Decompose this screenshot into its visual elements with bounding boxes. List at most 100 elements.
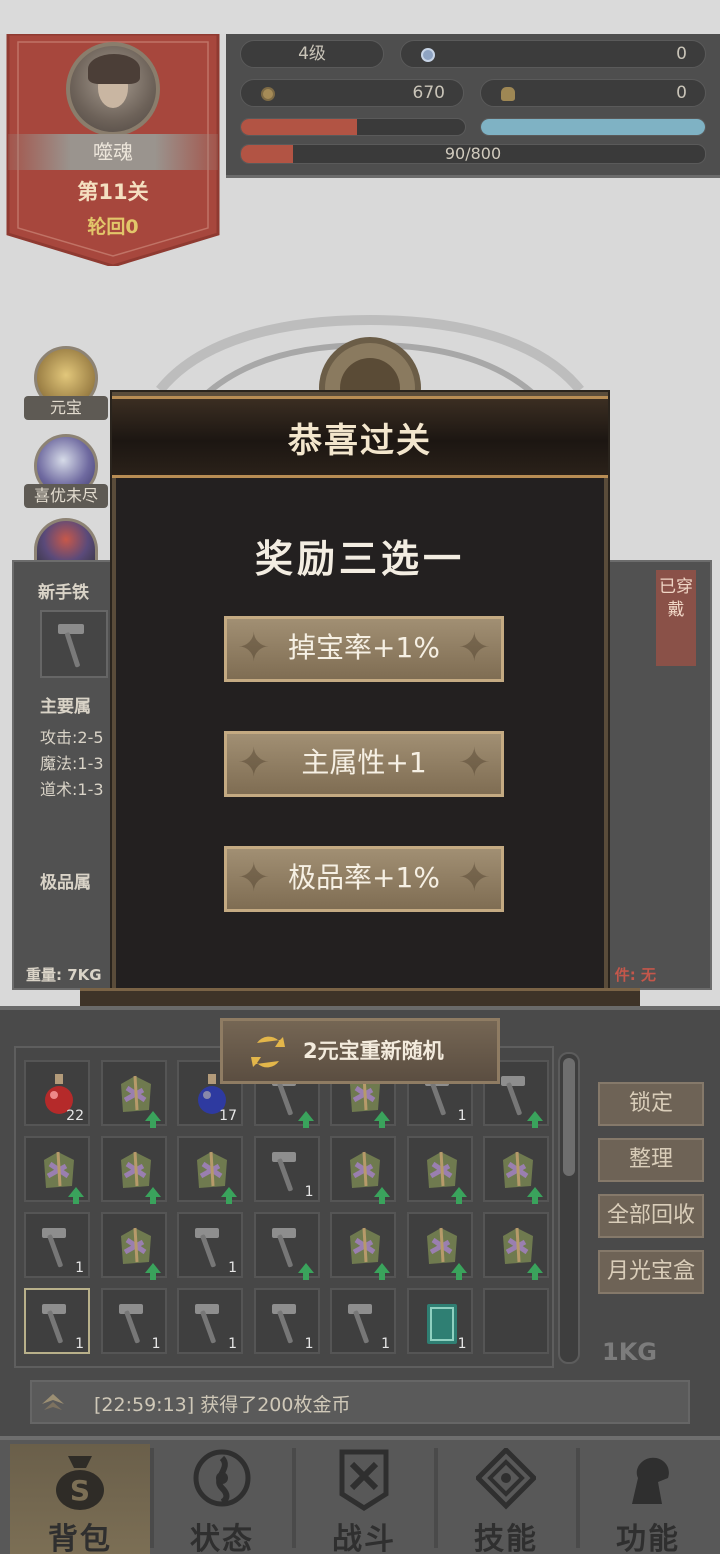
bag-slot[interactable] [406, 1212, 473, 1280]
log-text: [22:59:13] 获得了200枚金币 [94, 1394, 351, 1416]
side-ingot-label: 元宝 [24, 396, 108, 420]
upgrade-arrow-icon [144, 1263, 161, 1280]
reward-choice-rare-rate[interactable]: 极品率+1% [224, 846, 504, 912]
item-count: 1 [304, 1336, 314, 1352]
battle-icon [339, 1449, 389, 1511]
ingot-icon [501, 87, 515, 101]
hammer-icon [42, 1228, 66, 1268]
bag-slot[interactable] [483, 1212, 549, 1280]
reward-choice-main-attr[interactable]: 主属性+1 [224, 731, 504, 797]
bag-slot[interactable] [100, 1060, 167, 1128]
bag-slot[interactable] [330, 1136, 396, 1204]
nav-bag[interactable]: S 背包 [10, 1444, 150, 1554]
upgrade-arrow-icon [68, 1187, 84, 1204]
bag-grid: 22 17 1 1 1 1 1 1 1 1 1 1 [14, 1046, 554, 1368]
skill-icon [476, 1448, 536, 1510]
stats-panel: 4级 0 670 0 90/800 [226, 34, 720, 178]
modal-footer-trim [80, 988, 640, 1006]
bag-slot[interactable] [330, 1212, 396, 1280]
cycle-label: 轮回0 [87, 216, 139, 238]
upgrade-arrow-icon [527, 1187, 543, 1204]
magic-stat: 魔法:1-3 [40, 754, 104, 773]
item-count: 1 [381, 1336, 390, 1352]
bag-slot[interactable] [406, 1136, 473, 1204]
upgrade-arrow-icon [527, 1111, 543, 1128]
nav-divider [434, 1448, 438, 1548]
reward-choice-drop-rate[interactable]: 掉宝率+1% [224, 616, 504, 682]
bag-slot[interactable]: 1 [177, 1212, 243, 1278]
hp-fill [241, 119, 358, 135]
attack-stat: 攻击:2-5 [40, 728, 104, 747]
hero-avatar[interactable] [66, 42, 160, 136]
bag-slot[interactable]: 1 [253, 1288, 320, 1354]
bag-slot[interactable]: 22 [24, 1060, 90, 1126]
moonlight-box-button[interactable]: 月光宝盒 [598, 1250, 704, 1294]
extra-attr-label: 极品属 [40, 873, 91, 893]
recycle-all-button[interactable]: 全部回收 [598, 1194, 704, 1238]
nav-battle[interactable]: 战斗 [294, 1444, 434, 1554]
bag-slot[interactable] [100, 1212, 167, 1280]
expand-log-icon[interactable] [40, 1392, 66, 1414]
nav-status[interactable]: 状态 [152, 1444, 292, 1554]
hero-card[interactable]: 噬魂 第11关 轮回0 [0, 34, 226, 266]
hammer-icon [348, 1304, 372, 1344]
top-strip [0, 0, 720, 34]
taoism-stat: 道术:1-3 [40, 780, 104, 799]
lock-button[interactable]: 锁定 [598, 1082, 704, 1126]
side-orb-label: 喜优未尽 [24, 484, 108, 508]
hammer-icon [271, 1304, 296, 1344]
bag-slot[interactable]: 1 [406, 1288, 473, 1354]
bag-slot[interactable] [100, 1136, 167, 1204]
reroll-label: 2元宝重新随机 [303, 1039, 444, 1063]
modal-subtitle: 奖励三选一 [254, 537, 465, 581]
message-log[interactable]: [22:59:13] 获得了200枚金币 [30, 1380, 690, 1424]
hp-bar [240, 118, 466, 136]
bag-slot[interactable]: 1 [177, 1288, 243, 1354]
bag-slot[interactable] [24, 1136, 90, 1204]
crest-icon [34, 518, 98, 562]
level-pill: 4级 [240, 40, 384, 68]
side-orb-button[interactable]: 喜优未尽 [24, 434, 108, 514]
stage-label: 第11关 [77, 180, 149, 204]
ingot-value: 0 [676, 83, 687, 103]
nav-function[interactable]: 功能 [578, 1444, 718, 1554]
reroll-button[interactable]: 2元宝重新随机 [220, 1018, 500, 1084]
item-count: 17 [219, 1108, 237, 1124]
coin-icon [261, 87, 275, 101]
upgrade-arrow-icon [374, 1263, 390, 1280]
bag-slot[interactable]: 1 [100, 1288, 167, 1354]
nav-divider [292, 1448, 296, 1548]
bag-scrollbar[interactable] [558, 1052, 580, 1364]
bag-slot[interactable]: 1 [330, 1288, 396, 1354]
sort-button[interactable]: 整理 [598, 1138, 704, 1182]
item-count: 1 [228, 1260, 237, 1276]
nav-battle-label: 战斗 [332, 1522, 396, 1554]
gem-value: 0 [676, 44, 687, 64]
bag-slot[interactable] [177, 1136, 243, 1204]
side-crest-button[interactable] [24, 518, 108, 562]
gem-pill: 0 [400, 40, 706, 68]
equipment-slot[interactable] [40, 610, 108, 678]
equipment-weight: 重量: 7KG [26, 966, 102, 984]
coin-pill: 670 [240, 79, 464, 107]
side-ingot-button[interactable]: 元宝 [24, 346, 108, 426]
bag-scroll-thumb[interactable] [563, 1058, 575, 1176]
nav-skill[interactable]: 技能 [436, 1444, 576, 1554]
upgrade-arrow-icon [297, 1263, 314, 1280]
hero-name: 噬魂 [8, 134, 218, 170]
main-attr-label: 主要属 [40, 697, 91, 717]
nav-divider [576, 1448, 580, 1548]
upgrade-arrow-icon [144, 1111, 161, 1128]
nav-divider [150, 1448, 154, 1548]
bag-slot[interactable] [253, 1212, 320, 1280]
bag-slot[interactable]: 1 [24, 1212, 90, 1278]
status-icon [193, 1449, 251, 1507]
equipment-right-info: 件: 无 [614, 966, 656, 984]
svg-text:S: S [70, 1474, 90, 1507]
bag-slot[interactable] [483, 1136, 549, 1204]
bag-slot[interactable]: 1 [253, 1136, 320, 1202]
hammer-icon [195, 1304, 219, 1344]
empty-slot[interactable] [483, 1288, 549, 1354]
worn-tag: 已穿戴 [656, 570, 696, 666]
bag-slot[interactable]: 1 [24, 1288, 90, 1354]
